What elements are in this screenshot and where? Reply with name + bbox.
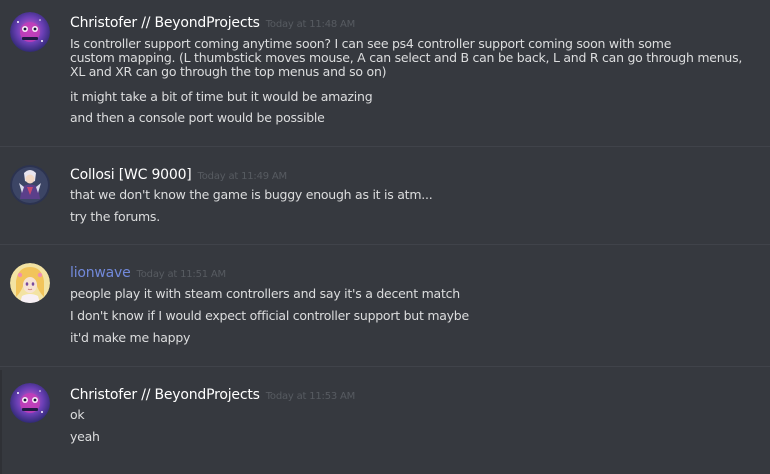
message-group: Christofer // BeyondProjects Today at 11:… [0,0,770,150]
message-divider [0,244,770,245]
message-text: Is controller support coming anytime soo… [70,36,743,79]
message-timestamp: Today at 11:48 AM [265,19,356,30]
message-group: lionwave Today at 11:51 AM people play it… [0,248,770,364]
message-group: Christofer // BeyondProjects Today at 11:… [0,370,770,474]
author-name[interactable]: lionwave [70,265,131,281]
message-text: I don't know if I would expect official … [70,308,469,323]
message-timestamp: Today at 11:51 AM [136,269,227,280]
message-header: Collosi [WC 9000] Today at 11:49 AM [70,165,287,186]
message-text: ok [70,407,85,422]
character-avatar-icon[interactable] [10,165,50,205]
author-name[interactable]: Christofer // BeyondProjects [70,15,260,31]
author-name[interactable]: Collosi [WC 9000] [70,167,192,183]
message-text: try the forums. [70,209,160,224]
message-timestamp: Today at 11:53 AM [265,391,356,402]
hover-marker [0,370,2,474]
author-name[interactable]: Christofer // BeyondProjects [70,387,260,403]
chat-messages: Christofer // BeyondProjects Today at 11:… [0,0,770,474]
message-group: Collosi [WC 9000] Today at 11:49 AM that … [0,150,770,245]
galaxy-avatar-icon[interactable] [10,12,50,52]
message-divider [0,146,770,147]
message-text: people play it with steam controllers an… [70,286,460,301]
galaxy-avatar-icon[interactable] [10,383,50,423]
message-text: it might take a bit of time but it would… [70,89,373,104]
message-header: lionwave Today at 11:51 AM [70,263,226,284]
message-divider [0,366,770,367]
message-text: yeah [70,429,100,444]
message-timestamp: Today at 11:49 AM [197,171,288,182]
message-text: and then a console port would be possibl… [70,110,325,125]
message-text: it'd make me happy [70,330,191,345]
anime-avatar-icon[interactable] [10,263,50,303]
message-text: that we don't know the game is buggy eno… [70,187,433,202]
message-header: Christofer // BeyondProjects Today at 11:… [70,385,355,406]
message-header: Christofer // BeyondProjects Today at 11:… [70,13,355,34]
